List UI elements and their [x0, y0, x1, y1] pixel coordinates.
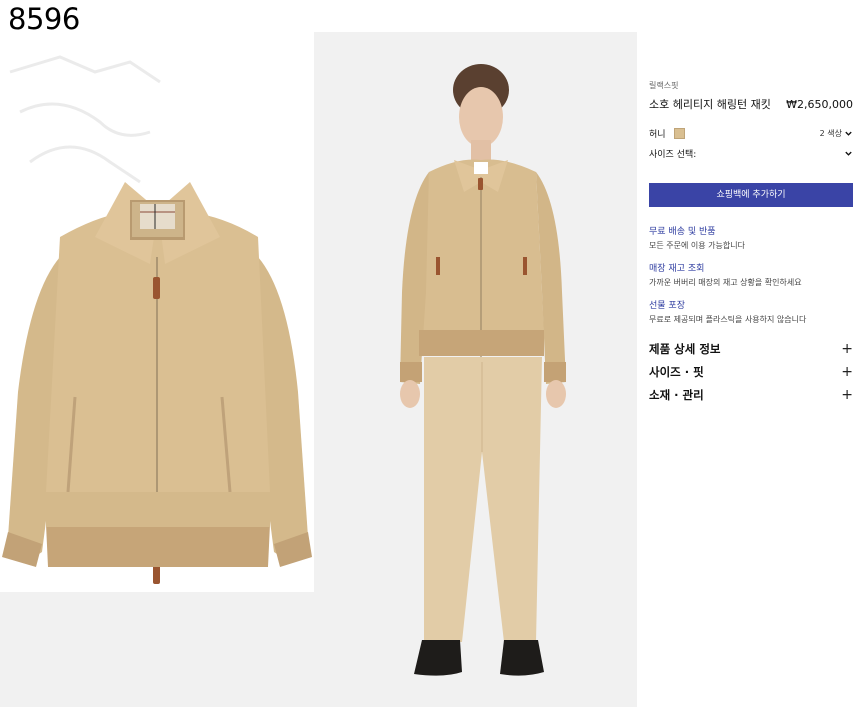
plus-icon: + — [841, 386, 853, 403]
service-list: 무료 배송 및 반품 모든 주문에 이용 가능합니다 매장 재고 조회 가까운 … — [649, 224, 853, 325]
service-title[interactable]: 선물 포장 — [649, 298, 853, 311]
product-title-row: 소호 헤리티지 해링턴 재킷 ₩2,650,000 — [649, 96, 853, 112]
size-selector[interactable]: 사이즈 선택: — [649, 147, 853, 160]
product-code-label: 8596 — [8, 2, 80, 36]
service-desc: 무료로 제공되며 플라스틱을 사용하지 않습니다 — [649, 315, 807, 324]
product-info-panel: 릴랙스핏 소호 헤리티지 해링턴 재킷 ₩2,650,000 허니 2 색상 사… — [649, 80, 853, 406]
service-desc: 모든 주문에 이용 가능합니다 — [649, 241, 745, 250]
service-title[interactable]: 매장 재고 조회 — [649, 261, 853, 274]
color-swatch[interactable] — [673, 128, 685, 139]
accordion-material-care[interactable]: 소재 · 관리 + — [649, 383, 853, 406]
color-count-label: 2 색상 — [819, 129, 842, 138]
color-selector[interactable]: 허니 2 색상 — [649, 127, 853, 140]
model-illustration — [400, 64, 566, 676]
product-category: 릴랙스핏 — [649, 81, 679, 90]
size-select-label: 사이즈 선택: — [649, 150, 697, 160]
accordion-label: 사이즈 · 핏 — [649, 364, 704, 379]
plus-icon: + — [841, 340, 853, 357]
chevron-down-icon — [845, 151, 852, 156]
add-to-bag-button[interactable]: 쇼핑백에 추가하기 — [649, 183, 853, 207]
accordion-size-fit[interactable]: 사이즈 · 핏 + — [649, 360, 853, 383]
color-name: 허니 — [649, 130, 666, 140]
flat-jacket-illustration — [2, 55, 312, 584]
model-jacket-image[interactable] — [314, 32, 637, 707]
flat-jacket-image[interactable] — [0, 32, 314, 707]
product-price: ₩2,650,000 — [786, 98, 853, 111]
service-item-shipping[interactable]: 무료 배송 및 반품 모든 주문에 이용 가능합니다 — [649, 224, 853, 251]
product-gallery — [0, 32, 637, 707]
product-name: 소호 헤리티지 해링턴 재킷 — [649, 98, 771, 111]
chevron-down-icon — [845, 131, 852, 136]
details-accordion: 제품 상세 정보 + 사이즈 · 핏 + 소재 · 관리 + — [649, 337, 853, 406]
accordion-label: 소재 · 관리 — [649, 387, 704, 402]
service-title[interactable]: 무료 배송 및 반품 — [649, 224, 853, 237]
brand-watermark-icon — [9, 55, 161, 184]
service-item-gift-wrap[interactable]: 선물 포장 무료로 제공되며 플라스틱을 사용하지 않습니다 — [649, 298, 853, 325]
accordion-product-details[interactable]: 제품 상세 정보 + — [649, 337, 853, 360]
plus-icon: + — [841, 363, 853, 380]
color-count-dropdown[interactable]: 2 색상 — [820, 128, 853, 139]
service-item-store-stock[interactable]: 매장 재고 조회 가까운 버버리 매장의 재고 상황을 확인하세요 — [649, 261, 853, 288]
accordion-label: 제품 상세 정보 — [649, 341, 721, 356]
service-desc: 가까운 버버리 매장의 재고 상황을 확인하세요 — [649, 278, 802, 287]
